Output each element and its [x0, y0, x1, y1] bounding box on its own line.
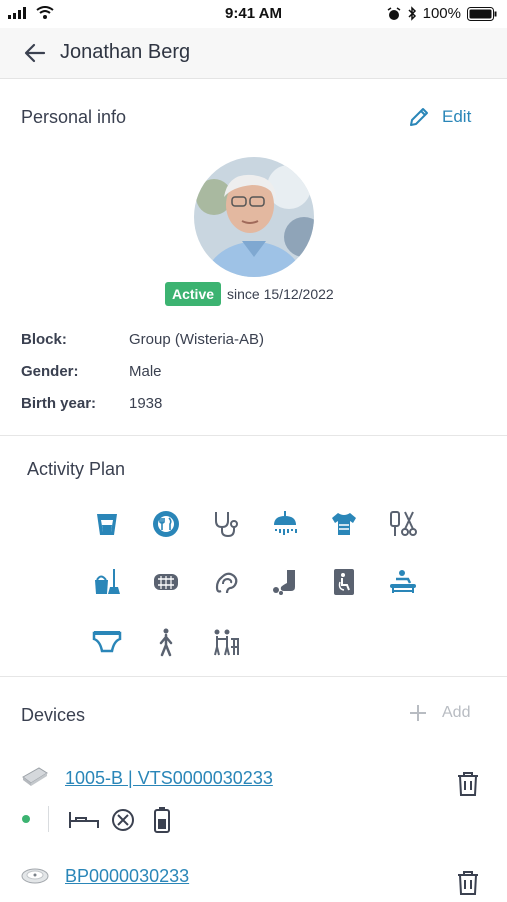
- avatar: [194, 157, 314, 277]
- devices-title: Devices: [21, 705, 86, 725]
- add-device-button[interactable]: Add: [408, 703, 470, 723]
- status-right: 100%: [387, 5, 497, 22]
- arrow-left-icon: [24, 43, 46, 63]
- blood-pressure-device-icon: [21, 868, 49, 884]
- info-value: Group (Wisteria-AB): [129, 331, 265, 348]
- stethoscope-icon[interactable]: [211, 509, 241, 539]
- walker-assistance-icon[interactable]: [211, 627, 241, 657]
- cleaning-icon[interactable]: [92, 567, 122, 597]
- edit-button[interactable]: Edit: [408, 106, 471, 128]
- add-label: Add: [442, 704, 471, 721]
- plus-icon: [410, 705, 426, 721]
- bed-icon: [69, 812, 99, 828]
- delete-device-button[interactable]: [455, 869, 481, 897]
- meal-icon[interactable]: [151, 509, 181, 539]
- battery-percent: 100%: [422, 5, 461, 22]
- edit-label: Edit: [442, 107, 472, 126]
- trash-icon: [458, 871, 478, 895]
- drink-icon[interactable]: [92, 509, 122, 539]
- top-bar: Jonathan Berg: [0, 28, 507, 79]
- bluetooth-icon: [408, 6, 416, 21]
- sensor-pad-icon: [22, 767, 48, 786]
- toilet-icon[interactable]: [329, 567, 359, 597]
- info-label: Gender:: [21, 363, 79, 380]
- diaper-icon[interactable]: [92, 627, 122, 657]
- shower-icon[interactable]: [270, 509, 300, 539]
- info-label: Birth year:: [21, 395, 97, 412]
- divider: [48, 806, 49, 832]
- battery-icon: [467, 6, 497, 21]
- delete-device-button[interactable]: [455, 770, 481, 798]
- dentures-icon[interactable]: [151, 567, 181, 597]
- activity-plan-title: Activity Plan: [27, 459, 126, 479]
- massage-icon[interactable]: [388, 567, 418, 597]
- page-title: Jonathan Berg: [60, 41, 191, 63]
- status-badge: Active: [165, 282, 222, 306]
- footwear-icon[interactable]: [270, 567, 300, 597]
- nail-care-icon[interactable]: [388, 509, 418, 539]
- device-link[interactable]: 1005-B | VTS0000030233: [65, 768, 273, 789]
- no-signal-icon: [112, 809, 134, 831]
- divider: [0, 435, 507, 436]
- status-bar: 9:41 AM 100%: [0, 0, 507, 28]
- walking-icon[interactable]: [151, 627, 181, 657]
- personal-info-title: Personal info: [21, 107, 127, 127]
- alarm-icon: [387, 6, 401, 20]
- info-value: 1938: [129, 395, 163, 412]
- info-label: Block:: [21, 331, 67, 348]
- info-value: Male: [129, 363, 162, 380]
- divider: [0, 676, 507, 677]
- active-since-text: since 15/12/2022: [227, 286, 334, 302]
- hearing-aid-icon[interactable]: [211, 567, 241, 597]
- device-link[interactable]: BP0000030233: [65, 866, 189, 887]
- battery-status-icon: [154, 807, 170, 833]
- clothing-icon[interactable]: [329, 509, 359, 539]
- online-status-dot: [22, 815, 30, 823]
- trash-icon: [458, 772, 478, 796]
- status-row: Active since 15/12/2022: [165, 282, 334, 306]
- back-button[interactable]: [22, 40, 48, 66]
- pencil-icon: [410, 108, 428, 126]
